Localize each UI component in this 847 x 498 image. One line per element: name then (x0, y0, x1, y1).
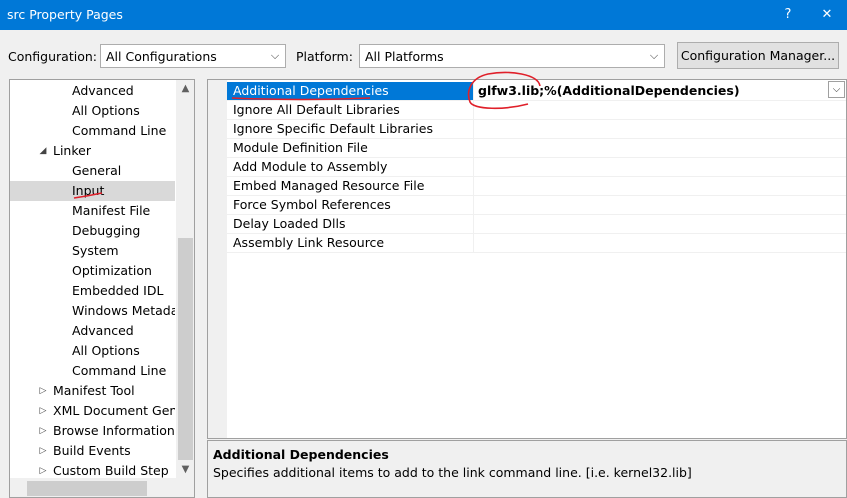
tree-item[interactable]: All Options (10, 101, 175, 121)
tree-item-label: Windows Metadata (72, 303, 175, 318)
tree-item[interactable]: Windows Metadata (10, 301, 175, 321)
close-button[interactable]: ✕ (807, 0, 847, 30)
property-name[interactable]: Add Module to Assembly (227, 158, 474, 176)
configuration-value: All Configurations (106, 49, 217, 64)
chevron-down-icon: ⌵ (649, 49, 659, 62)
help-button[interactable]: ? (768, 0, 808, 30)
property-value[interactable] (475, 234, 846, 252)
property-row[interactable]: Ignore All Default Libraries (227, 101, 846, 120)
triangle-collapsed-icon[interactable]: ▷ (37, 381, 49, 401)
triangle-collapsed-icon[interactable]: ▷ (37, 441, 49, 461)
property-name[interactable]: Ignore All Default Libraries (227, 101, 474, 119)
property-row[interactable]: Module Definition File (227, 139, 846, 158)
scroll-thumb[interactable] (27, 481, 147, 496)
description-title: Additional Dependencies (213, 447, 389, 462)
property-value[interactable] (475, 215, 846, 233)
tree-item-label: Manifest Tool (53, 383, 135, 398)
tree-item[interactable]: Input (10, 181, 175, 201)
property-name[interactable]: Embed Managed Resource File (227, 177, 474, 195)
tree-item-label: All Options (72, 343, 140, 358)
triangle-expanded-icon[interactable]: ◢ (37, 141, 49, 161)
platform-value: All Platforms (365, 49, 444, 64)
property-value[interactable] (475, 196, 846, 214)
tree-item[interactable]: Debugging (10, 221, 175, 241)
configuration-dropdown[interactable]: All Configurations ⌵ (100, 44, 286, 68)
tree-item[interactable]: ▷ Browse Information (10, 421, 175, 441)
tree-item-label: Input (72, 183, 105, 198)
tree-item-label: Browse Information (53, 423, 175, 438)
platform-dropdown[interactable]: All Platforms ⌵ (359, 44, 665, 68)
property-grid: Additional Dependencies glfw3.lib;%(Addit… (207, 79, 847, 439)
tree-item[interactable]: ◢ Linker (10, 141, 175, 161)
property-value[interactable] (475, 101, 846, 119)
property-value[interactable]: glfw3.lib;%(AdditionalDependencies) (475, 82, 846, 100)
tree-item-label: Build Events (53, 443, 131, 458)
property-row[interactable]: Assembly Link Resource (227, 234, 846, 253)
tree-item[interactable]: Command Line (10, 361, 175, 381)
property-row[interactable]: Embed Managed Resource File (227, 177, 846, 196)
property-name[interactable]: Delay Loaded Dlls (227, 215, 474, 233)
tree-item[interactable]: All Options (10, 341, 175, 361)
tree-item[interactable]: Optimization (10, 261, 175, 281)
property-value[interactable] (475, 158, 846, 176)
platform-label: Platform: (296, 49, 353, 64)
property-name[interactable]: Assembly Link Resource (227, 234, 474, 252)
configuration-manager-button[interactable]: Configuration Manager... (677, 42, 839, 69)
tree-item-label: XML Document Generator (53, 403, 175, 418)
scroll-down-icon[interactable]: ▼ (176, 461, 194, 478)
tree-item-label: All Options (72, 103, 140, 118)
tree-item-label: Embedded IDL (72, 283, 164, 298)
description-text: Specifies additional items to add to the… (213, 465, 692, 480)
property-value[interactable] (475, 120, 846, 138)
tree-item-label: System (72, 243, 119, 258)
property-name[interactable]: Ignore Specific Default Libraries (227, 120, 474, 138)
window-title: src Property Pages (7, 7, 123, 22)
grid-gutter (208, 80, 227, 438)
property-row[interactable]: Ignore Specific Default Libraries (227, 120, 846, 139)
triangle-collapsed-icon[interactable]: ▷ (37, 401, 49, 421)
tree-item[interactable]: Manifest File (10, 201, 175, 221)
tree-item-label: Advanced (72, 83, 134, 98)
tree-item-label: Command Line (72, 363, 167, 378)
property-name[interactable]: Module Definition File (227, 139, 474, 157)
tree-item[interactable]: Embedded IDL (10, 281, 175, 301)
property-row[interactable]: Delay Loaded Dlls (227, 215, 846, 234)
description-panel: Additional Dependencies Specifies additi… (207, 440, 847, 498)
tree-item-label: Linker (53, 143, 91, 158)
tree-vertical-scrollbar[interactable]: ▲ ▼ (176, 80, 194, 478)
tree-item[interactable]: Advanced (10, 321, 175, 341)
tree-item-label: Advanced (72, 323, 134, 338)
property-row[interactable]: Force Symbol References (227, 196, 846, 215)
tree-item-label: Debugging (72, 223, 141, 238)
tree-item-label: Optimization (72, 263, 152, 278)
title-bar: src Property Pages ? ✕ (0, 0, 847, 30)
configuration-label: Configuration: (8, 49, 97, 64)
tree-item[interactable]: ▷ Manifest Tool (10, 381, 175, 401)
property-value[interactable] (475, 139, 846, 157)
chevron-down-icon: ⌵ (270, 49, 280, 62)
tree-item-label: General (72, 163, 122, 178)
category-tree: Advanced All Options Command Line ◢ Linker Ge… (9, 79, 195, 498)
tree-item[interactable]: System (10, 241, 175, 261)
tree-item-label: Command Line (72, 123, 167, 138)
tree-item-label: Manifest File (72, 203, 151, 218)
scroll-thumb[interactable] (178, 238, 193, 460)
tree-item[interactable]: ▷ XML Document Generator (10, 401, 175, 421)
tree-item[interactable]: General (10, 161, 175, 181)
triangle-collapsed-icon[interactable]: ▷ (37, 421, 49, 441)
property-row[interactable]: Add Module to Assembly (227, 158, 846, 177)
chevron-down-icon[interactable]: ⌵ (828, 81, 845, 98)
property-name[interactable]: Force Symbol References (227, 196, 474, 214)
property-row[interactable]: Additional Dependencies glfw3.lib;%(Addit… (227, 82, 846, 101)
tree-horizontal-scrollbar[interactable] (10, 478, 194, 497)
property-value[interactable] (475, 177, 846, 195)
tree-item[interactable]: Advanced (10, 81, 175, 101)
scroll-up-icon[interactable]: ▲ (176, 80, 194, 97)
property-name[interactable]: Additional Dependencies (227, 82, 474, 100)
tree-item[interactable]: ▷ Build Events (10, 441, 175, 461)
tree-item[interactable]: Command Line (10, 121, 175, 141)
